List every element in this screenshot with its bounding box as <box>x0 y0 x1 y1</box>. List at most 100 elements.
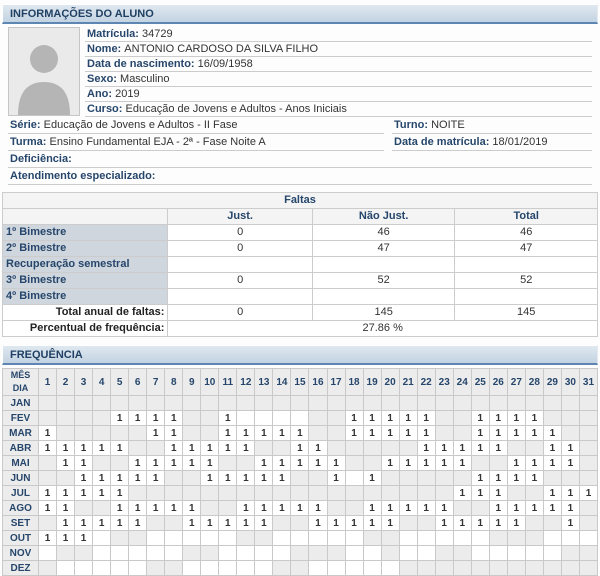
field-label: Atendimento especializado: <box>10 170 155 182</box>
info-field-row: Ano: 2019 <box>85 87 592 102</box>
freq-cell <box>57 426 75 441</box>
detail-row: Deficiência: <box>8 151 592 168</box>
freq-cell <box>327 441 345 456</box>
section-header-frequencia: FREQUÊNCIA <box>2 345 598 365</box>
freq-cell <box>93 456 111 471</box>
faltas-row-label: 3º Bimestre <box>3 273 168 289</box>
freq-cell <box>345 396 363 411</box>
freq-cell: 1 <box>201 456 219 471</box>
freq-cell <box>345 456 363 471</box>
freq-day-header: 2 <box>57 369 75 396</box>
freq-cell <box>579 501 597 516</box>
freq-cell <box>273 411 291 426</box>
freq-cell <box>183 546 201 561</box>
freq-cell <box>39 516 57 531</box>
faltas-value-cell: 52 <box>455 273 598 289</box>
freq-cell: 1 <box>291 501 309 516</box>
info-field-row: Data de nascimento: 16/09/1958 <box>85 57 592 72</box>
freq-cell: 1 <box>39 486 57 501</box>
faltas-row: 4º Bimestre <box>3 289 598 305</box>
freq-cell <box>147 531 165 546</box>
freq-cell: 1 <box>543 456 561 471</box>
freq-cell <box>435 486 453 501</box>
field-value: 16/09/1958 <box>195 58 253 70</box>
freq-cell: 1 <box>111 471 129 486</box>
faltas-column-header: Não Just. <box>312 209 455 225</box>
freq-cell <box>273 531 291 546</box>
freq-cell <box>57 396 75 411</box>
freq-day-header: 22 <box>417 369 435 396</box>
freq-cell: 1 <box>219 411 237 426</box>
freq-cell <box>147 486 165 501</box>
freq-cell: 1 <box>183 456 201 471</box>
freq-cell <box>75 426 93 441</box>
freq-cell: 1 <box>579 486 597 501</box>
freq-cell <box>345 531 363 546</box>
field-value <box>72 153 75 165</box>
freq-cell <box>381 396 399 411</box>
freq-month-label: DEZ <box>3 561 39 576</box>
freq-cell <box>525 561 543 576</box>
freq-cell: 1 <box>471 471 489 486</box>
field-label: Nome: <box>87 43 121 55</box>
detail-cell: Turno: NOITE <box>392 117 592 134</box>
freq-cell <box>417 396 435 411</box>
freq-month-row: MAI111111111111111111111 <box>3 456 598 471</box>
faltas-percent-value: 27.86 % <box>168 321 598 337</box>
freq-cell <box>111 531 129 546</box>
freq-month-row: AGO1111111111111111111111 <box>3 501 598 516</box>
faltas-corner-cell <box>3 209 168 225</box>
freq-cell <box>327 561 345 576</box>
freq-cell: 1 <box>273 471 291 486</box>
freq-month-label: MAR <box>3 426 39 441</box>
faltas-header-row: Just.Não Just.Total <box>3 209 598 225</box>
field-value: 18/01/2019 <box>489 136 547 148</box>
freq-cell <box>129 396 147 411</box>
freq-cell <box>201 411 219 426</box>
freq-cell <box>507 561 525 576</box>
freq-cell <box>309 531 327 546</box>
freq-cell: 1 <box>291 441 309 456</box>
freq-cell: 1 <box>129 456 147 471</box>
detail-cell: Deficiência: <box>8 151 592 168</box>
freq-cell <box>273 516 291 531</box>
freq-day-header: 5 <box>111 369 129 396</box>
freq-cell: 1 <box>363 516 381 531</box>
freq-cell <box>39 396 57 411</box>
freq-cell <box>417 471 435 486</box>
faltas-row-label: 4º Bimestre <box>3 289 168 305</box>
freq-cell <box>579 561 597 576</box>
freq-cell <box>165 531 183 546</box>
freq-cell <box>579 396 597 411</box>
freq-cell <box>561 561 579 576</box>
field-label: Deficiência: <box>10 153 72 165</box>
freq-day-header: 3 <box>75 369 93 396</box>
freq-cell <box>273 546 291 561</box>
freq-cell <box>363 441 381 456</box>
freq-cell <box>111 456 129 471</box>
freq-cell <box>147 396 165 411</box>
freq-cell <box>381 486 399 501</box>
freq-cell: 1 <box>435 501 453 516</box>
freq-cell: 1 <box>57 456 75 471</box>
freq-cell <box>255 411 273 426</box>
freq-cell: 1 <box>381 411 399 426</box>
freq-cell <box>129 561 147 576</box>
freq-cell: 1 <box>75 456 93 471</box>
student-photo <box>8 27 80 116</box>
freq-cell <box>219 501 237 516</box>
freq-cell <box>561 546 579 561</box>
freq-cell <box>453 561 471 576</box>
freq-day-header: 19 <box>363 369 381 396</box>
section-header-informacoes: INFORMAÇÕES DO ALUNO <box>2 4 598 24</box>
freq-cell <box>489 546 507 561</box>
freq-cell <box>165 486 183 501</box>
freq-day-header: 27 <box>507 369 525 396</box>
freq-cell <box>75 396 93 411</box>
detail-row: Turma: Ensino Fundamental EJA - 2ª - Fas… <box>8 134 592 151</box>
freq-cell: 1 <box>165 411 183 426</box>
detail-cell: Série: Educação de Jovens e Adultos - II… <box>8 117 384 134</box>
freq-cell <box>399 561 417 576</box>
freq-cell <box>579 531 597 546</box>
freq-cell: 1 <box>39 441 57 456</box>
